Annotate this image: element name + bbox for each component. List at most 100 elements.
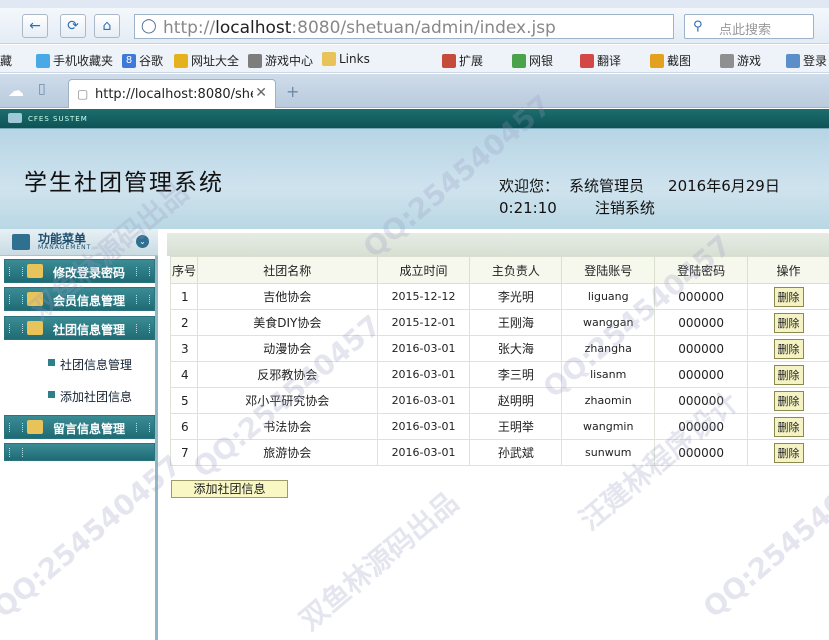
table-cell: 2016-03-01: [376, 387, 471, 414]
sidebar-footer-bar: [4, 443, 155, 461]
sidebar-item-club-info[interactable]: 社团信息管理: [4, 316, 155, 340]
table-cell: 吉他协会: [196, 283, 378, 310]
logout-link[interactable]: 注销系统: [595, 197, 655, 219]
table-row: 3 动漫协会 2016-03-01 张大海 zhangha 000000 删除: [170, 335, 829, 362]
bookmark-item[interactable]: 截图: [650, 52, 691, 69]
bank-icon: [512, 53, 526, 68]
table-cell: 王刚海: [469, 309, 563, 336]
app-header: 学生社团管理系统 欢迎您： 系统管理员 2016年6月29日 0:21:10 注销系统: [0, 128, 829, 229]
address-text: http://localhost:8080/shetuan/admin/inde…: [163, 18, 556, 38]
tab-bar: ☁ ▯ ▢ http://localhost:8080/shetua ✕ +: [0, 74, 829, 108]
delete-button[interactable]: 删除: [773, 390, 804, 411]
bookmark-item[interactable]: Links: [322, 52, 370, 66]
delete-button[interactable]: 删除: [773, 312, 804, 333]
table-cell: 5: [170, 387, 198, 414]
page-icon: ▢: [77, 87, 89, 101]
bookmark-item[interactable]: 手机收藏夹: [36, 52, 113, 69]
bookmark-item[interactable]: 游戏: [720, 52, 761, 69]
table-row: 7 旅游协会 2016-03-01 孙武斌 sunwum 000000 删除: [170, 439, 829, 466]
bookmark-item[interactable]: 游戏中心: [248, 52, 313, 69]
table-cell: 删除: [747, 413, 829, 440]
current-time: 0:21:10: [499, 199, 557, 217]
delete-button[interactable]: 删除: [773, 286, 804, 307]
browser-tab[interactable]: ▢ http://localhost:8080/shetua ✕: [68, 79, 276, 108]
sidebar-item-message-info[interactable]: 留言信息管理: [4, 415, 155, 439]
table-cell: 删除: [747, 387, 829, 414]
table-cell: 2016-03-01: [376, 439, 471, 466]
bookmark-item[interactable]: 藏: [0, 52, 12, 69]
table-cell: 李光明: [469, 283, 563, 310]
user-card-icon: [27, 264, 43, 278]
table-cell: 旅游协会: [196, 439, 378, 466]
sidebar-item-member-info[interactable]: 会员信息管理: [4, 287, 155, 311]
table-cell: 2015-12-12: [376, 283, 471, 310]
search-placeholder: 点此搜索: [719, 23, 772, 38]
table-cell: 赵明明: [469, 387, 563, 414]
table-toolbar: [167, 233, 829, 256]
bookmark-item[interactable]: 翻译: [580, 52, 621, 69]
delete-button[interactable]: 删除: [773, 338, 804, 359]
table-cell: 删除: [747, 335, 829, 362]
delete-button[interactable]: 删除: [773, 364, 804, 385]
app-banner: CFES SUSTEM: [0, 109, 829, 128]
translate-icon: [580, 53, 594, 68]
table-cell: liguang: [561, 283, 656, 310]
back-button[interactable]: ←: [22, 14, 48, 38]
delete-button[interactable]: 删除: [773, 442, 804, 463]
bookmark-item[interactable]: 网址大全: [174, 52, 239, 69]
table-cell: 2016-03-01: [376, 413, 471, 440]
sidebar-subitem-add-club[interactable]: 添加社团信息: [47, 388, 132, 405]
column-header: 登陆账号: [561, 256, 656, 284]
column-header: 社团名称: [196, 256, 378, 284]
new-tab-icon[interactable]: +: [286, 82, 299, 101]
table-cell: 000000: [654, 283, 749, 310]
game-icon: [720, 53, 734, 68]
table-cell: wanggan: [561, 309, 656, 336]
table-cell: 2016-03-01: [376, 335, 471, 362]
bookmarks-bar: 藏 手机收藏夹 8 谷歌 网址大全 游戏中心 Links 扩展 网银 翻译 截图 …: [0, 45, 829, 73]
menu-subtitle: MANAGEMENT: [38, 244, 92, 251]
refresh-button[interactable]: ⟳: [60, 14, 86, 38]
bookmark-item[interactable]: 8 谷歌: [122, 52, 163, 69]
bookmark-item[interactable]: 扩展: [442, 52, 483, 69]
table-cell: 王明举: [469, 413, 563, 440]
column-header: 主负责人: [469, 256, 563, 284]
navigation-toolbar: ← ⟳ ⌂ ◯ http://localhost:8080/shetuan/ad…: [0, 8, 829, 44]
table-cell: 3: [170, 335, 198, 362]
close-tab-icon[interactable]: ✕: [255, 85, 267, 101]
bookmark-item[interactable]: 登录: [786, 52, 827, 69]
welcome-label: 欢迎您：: [499, 177, 560, 195]
back-arrow-icon: ←: [29, 18, 41, 34]
phone-icon: [36, 53, 50, 68]
home-icon: ⌂: [102, 18, 112, 34]
table-cell: 000000: [654, 361, 749, 388]
add-club-button[interactable]: 添加社团信息: [171, 480, 288, 498]
sidebar: 功能菜单 MANAGEMENT ⌄ 修改登录密码 会员信息管理 社团信息管理 社…: [0, 229, 158, 640]
scissors-icon: [650, 53, 664, 68]
home-button[interactable]: ⌂: [94, 14, 120, 38]
table-row: 5 邓小平研究协会 2016-03-01 赵明明 zhaomin 000000 删除: [170, 387, 829, 414]
table-cell: 2015-12-01: [376, 309, 471, 336]
table-cell: 美食DIY协会: [196, 309, 378, 336]
address-bar[interactable]: ◯ http://localhost:8080/shetuan/admin/in…: [134, 14, 674, 39]
main-content: 序号 社团名称 成立时间 主负责人 登陆账号 登陆密码 操作 1 吉他协会 2015…: [161, 229, 829, 640]
current-date: 2016年6月29日: [668, 177, 780, 195]
collapse-icon[interactable]: ⌄: [136, 235, 149, 248]
table-cell: 000000: [654, 309, 749, 336]
menu-icon: [12, 234, 30, 250]
column-header: 操作: [747, 256, 829, 284]
table-cell: 000000: [654, 335, 749, 362]
bookmark-item[interactable]: 网银: [512, 52, 553, 69]
table-cell: 删除: [747, 309, 829, 336]
search-input[interactable]: ⚲ 点此搜索: [684, 14, 814, 39]
sidebar-subitem-club-manage[interactable]: 社团信息管理: [47, 356, 132, 373]
table-row: 6 书法协会 2016-03-01 王明举 wangmin 000000 删除: [170, 413, 829, 440]
table-cell: 反邪教协会: [196, 361, 378, 388]
search-icon: ⚲: [693, 19, 703, 34]
delete-button[interactable]: 删除: [773, 416, 804, 437]
sidebar-item-change-password[interactable]: 修改登录密码: [4, 259, 155, 283]
column-header: 登陆密码: [654, 256, 749, 284]
table-cell: zhaomin: [561, 387, 656, 414]
user-card-icon: [27, 420, 43, 434]
table-cell: 000000: [654, 439, 749, 466]
